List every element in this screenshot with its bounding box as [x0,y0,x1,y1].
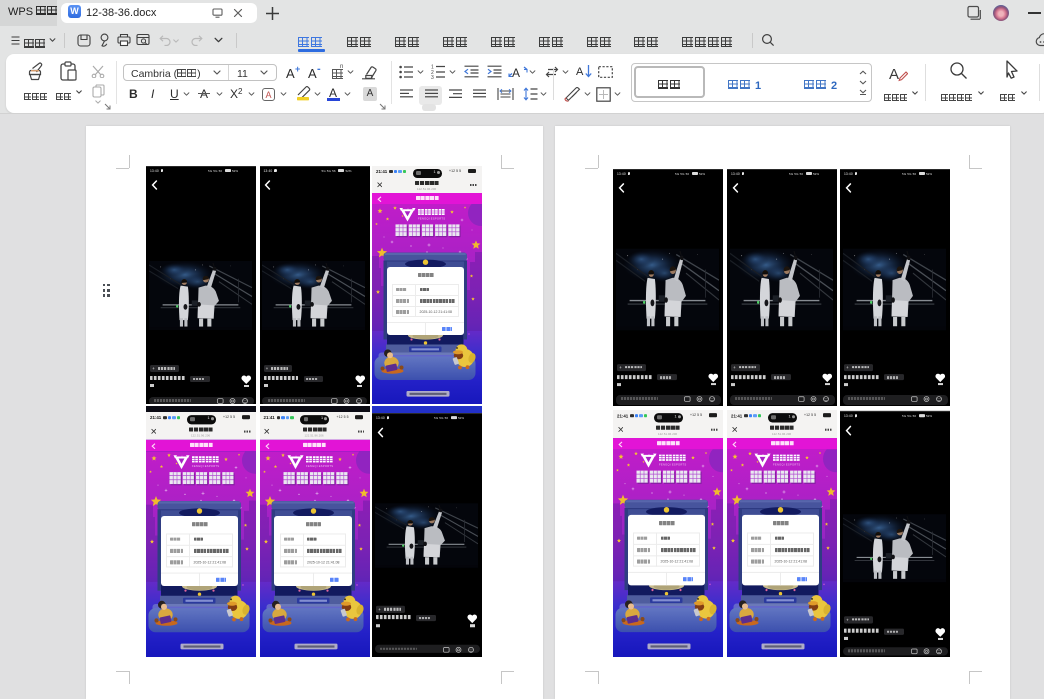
svg-text:FENGQI ESPORTS: FENGQI ESPORTS [306,464,333,468]
svg-text:FENGQI ESPORTS: FENGQI ESPORTS [773,462,800,466]
svg-text:3: 3 [431,75,434,79]
svg-text:A: A [889,66,899,83]
svg-text:FENGQI ESPORTS: FENGQI ESPORTS [192,464,219,468]
svg-text:FENGQI ESPORTS: FENGQI ESPORTS [418,216,445,220]
svg-text:FENGQI ESPORTS: FENGQI ESPORTS [659,462,686,466]
